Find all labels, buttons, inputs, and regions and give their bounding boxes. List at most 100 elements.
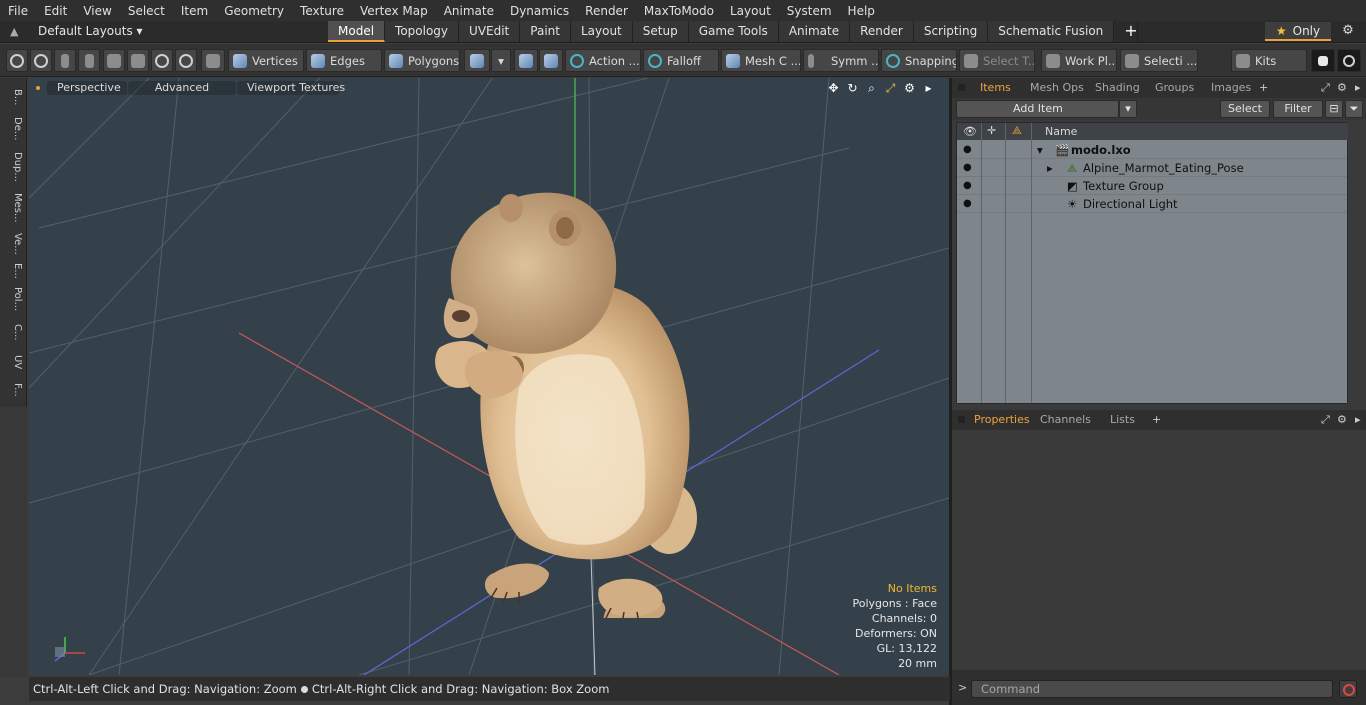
tab-images[interactable]: Images bbox=[1211, 81, 1251, 98]
visibility-column-icon[interactable]: 👁 bbox=[963, 125, 977, 138]
left-tab-fusion[interactable]: F... bbox=[3, 376, 23, 404]
name-column-header[interactable]: Name bbox=[1045, 125, 1077, 138]
menu-file[interactable]: File bbox=[0, 4, 36, 18]
add-panel-tab-icon[interactable]: + bbox=[1152, 413, 1161, 426]
tab-shading[interactable]: Shading bbox=[1095, 81, 1140, 98]
left-tab-duplicate[interactable]: Dup... bbox=[3, 148, 23, 186]
tab-properties[interactable]: Properties bbox=[974, 413, 1030, 430]
tab-mesh-ops[interactable]: Mesh Ops bbox=[1030, 81, 1084, 98]
eye-icon[interactable]: ● bbox=[963, 144, 972, 155]
play-arrow-icon[interactable]: ▸ bbox=[922, 81, 935, 96]
panel-gear-icon[interactable]: ⚙ bbox=[1337, 413, 1347, 426]
add-panel-tab-icon[interactable]: + bbox=[1259, 81, 1268, 94]
perspective-button[interactable]: Perspective bbox=[47, 81, 127, 95]
pin-icon[interactable]: ▲ bbox=[10, 25, 18, 38]
tab-items[interactable]: Items bbox=[980, 81, 1011, 98]
brush-button[interactable] bbox=[78, 49, 100, 72]
left-tab-uv[interactable]: UV bbox=[3, 350, 23, 374]
add-item-dropdown[interactable]: ▾ bbox=[1119, 100, 1137, 118]
menu-vertex-map[interactable]: Vertex Map bbox=[352, 4, 436, 18]
command-input[interactable]: Command bbox=[971, 680, 1333, 698]
panel-menu-icon[interactable] bbox=[958, 416, 965, 423]
3d-viewport[interactable]: Perspective Advanced Viewport Textures ✥… bbox=[29, 78, 949, 675]
mesh-constraint-button[interactable]: Mesh C ... bbox=[721, 49, 801, 72]
viewport-gear-icon[interactable]: ⚙ bbox=[903, 81, 916, 96]
align-button[interactable] bbox=[103, 49, 125, 72]
menu-layout[interactable]: Layout bbox=[722, 4, 779, 18]
tab-animate[interactable]: Animate bbox=[778, 21, 851, 42]
viewport-textures-button[interactable]: Viewport Textures bbox=[237, 81, 345, 95]
record-icon[interactable] bbox=[1339, 680, 1357, 698]
selection-sets-button[interactable]: Selecti ... bbox=[1120, 49, 1198, 72]
menu-item[interactable]: Item bbox=[173, 4, 216, 18]
pen-button[interactable] bbox=[54, 49, 76, 72]
menu-render[interactable]: Render bbox=[577, 4, 636, 18]
menu-maxtomodo[interactable]: MaxToModo bbox=[636, 4, 722, 18]
tab-lists[interactable]: Lists bbox=[1110, 413, 1135, 430]
symmetry-button[interactable]: Symm ... bbox=[803, 49, 879, 72]
panel-arrow-icon[interactable]: ▸ bbox=[1355, 81, 1361, 94]
eye-icon[interactable]: ● bbox=[963, 162, 972, 173]
tab-layout[interactable]: Layout bbox=[570, 21, 633, 42]
modo-button[interactable] bbox=[1311, 49, 1335, 72]
item-row-texture-group[interactable]: ● ◩ Texture Group bbox=[957, 177, 1349, 195]
unreal-button[interactable] bbox=[1337, 49, 1361, 72]
type-column-icon[interactable]: ⟁ bbox=[1012, 124, 1022, 138]
action-center-button[interactable]: Action ... bbox=[565, 49, 641, 72]
panel-arrow-icon[interactable]: ▸ bbox=[1355, 413, 1361, 426]
expand-panel-icon[interactable]: ⤢ bbox=[1321, 81, 1330, 95]
tab-game-tools[interactable]: Game Tools bbox=[688, 21, 779, 42]
material-dropdown[interactable]: ▾ bbox=[491, 49, 511, 72]
pie-button[interactable] bbox=[175, 49, 197, 72]
left-tab-edge[interactable]: E... bbox=[3, 260, 23, 282]
left-tab-curve[interactable]: C... bbox=[3, 318, 23, 346]
tab-topology[interactable]: Topology bbox=[385, 21, 460, 42]
material-button[interactable] bbox=[464, 49, 490, 72]
tab-paint[interactable]: Paint bbox=[520, 21, 571, 42]
tab-model[interactable]: Model bbox=[328, 21, 386, 42]
sym-x-button[interactable] bbox=[514, 49, 538, 72]
vertices-button[interactable]: Vertices bbox=[228, 49, 304, 72]
tab-channels[interactable]: Channels bbox=[1040, 413, 1091, 430]
item-list-vscroll[interactable] bbox=[1348, 122, 1358, 404]
menu-system[interactable]: System bbox=[779, 4, 840, 18]
menu-help[interactable]: Help bbox=[840, 4, 883, 18]
tab-uvedit[interactable]: UVEdit bbox=[459, 21, 521, 42]
zoom-view-icon[interactable]: ⌕ bbox=[865, 81, 878, 96]
item-row-light[interactable]: ● ☀ Directional Light bbox=[957, 195, 1349, 213]
left-tab-deform[interactable]: De... bbox=[3, 112, 23, 146]
snap-element-button[interactable] bbox=[151, 49, 173, 72]
panel-gear-icon[interactable]: ⚙ bbox=[1337, 81, 1347, 94]
collapse-arrow-icon[interactable]: ▾ bbox=[1037, 143, 1043, 157]
polygons-button[interactable]: Polygons bbox=[384, 49, 460, 72]
left-tab-vertex[interactable]: Ve... bbox=[3, 230, 23, 258]
funnel-icon[interactable]: ⏷ bbox=[1345, 100, 1363, 118]
menu-view[interactable]: View bbox=[75, 4, 119, 18]
left-tab-mesh-edit[interactable]: Mes... bbox=[3, 188, 23, 228]
add-tab-button[interactable]: + bbox=[1114, 21, 1139, 42]
sym-y-button[interactable] bbox=[539, 49, 563, 72]
item-row-mesh[interactable]: ● ▸ ⟁ Alpine_Marmot_Eating_Pose bbox=[957, 159, 1349, 177]
edges-button[interactable]: Edges bbox=[306, 49, 382, 72]
eye-icon[interactable]: ● bbox=[963, 180, 972, 191]
menu-geometry[interactable]: Geometry bbox=[216, 4, 292, 18]
select-circle-button[interactable] bbox=[6, 49, 28, 72]
only-button[interactable]: ★ Only bbox=[1265, 22, 1331, 41]
snapping-button[interactable]: Snapping bbox=[881, 49, 957, 72]
item-mode-button[interactable] bbox=[201, 49, 225, 72]
work-plane-button[interactable]: Work Pl... bbox=[1041, 49, 1117, 72]
menu-dynamics[interactable]: Dynamics bbox=[502, 4, 577, 18]
menu-animate[interactable]: Animate bbox=[436, 4, 502, 18]
left-tab-polygon[interactable]: Pol... bbox=[3, 284, 23, 314]
rotate-view-icon[interactable]: ↻ bbox=[846, 81, 859, 96]
panel-menu-icon[interactable] bbox=[958, 84, 965, 91]
globe-button[interactable] bbox=[30, 49, 52, 72]
menu-texture[interactable]: Texture bbox=[292, 4, 352, 18]
item-row-scene[interactable]: ● ▾ 🎬 modo.lxo bbox=[957, 141, 1349, 159]
tab-setup[interactable]: Setup bbox=[632, 21, 689, 42]
layout-selector[interactable]: Default Layouts ▾ bbox=[38, 24, 143, 38]
tab-schematic-fusion[interactable]: Schematic Fusion bbox=[988, 21, 1115, 42]
gear-icon[interactable]: ⚙ bbox=[1336, 23, 1360, 41]
expand-panel-icon[interactable]: ⤢ bbox=[1321, 413, 1330, 427]
center-button[interactable] bbox=[127, 49, 149, 72]
